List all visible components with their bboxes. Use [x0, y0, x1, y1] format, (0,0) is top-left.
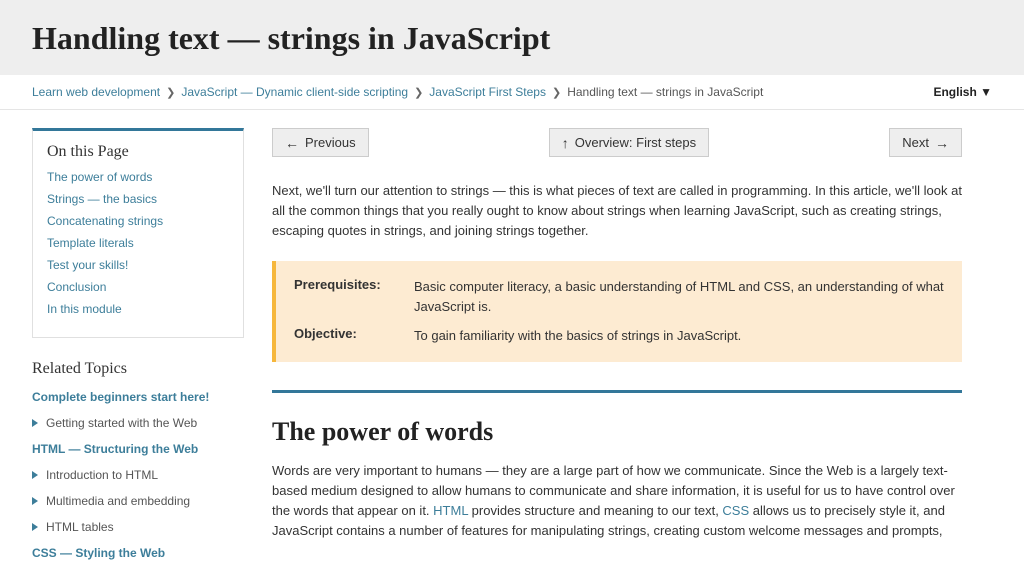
button-label: Overview: First steps — [575, 135, 696, 150]
breadcrumb-link[interactable]: JavaScript — Dynamic client-side scripti… — [181, 85, 408, 99]
toc-link[interactable]: Conclusion — [47, 280, 106, 294]
text-run: provides structure and meaning to our te… — [468, 503, 722, 518]
toc-link[interactable]: Test your skills! — [47, 258, 128, 272]
related-item[interactable]: Multimedia and embedding — [32, 494, 244, 508]
related-item-label: Multimedia and embedding — [46, 494, 190, 508]
button-label: Next — [902, 135, 929, 150]
breadcrumb-link[interactable]: Learn web development — [32, 85, 160, 99]
prerequisites-label: Prerequisites: — [294, 277, 414, 316]
table-of-contents: On this Page The power of words Strings … — [32, 128, 244, 338]
objective-value: To gain familiarity with the basics of s… — [414, 326, 944, 346]
language-selector[interactable]: English ▼ — [933, 85, 992, 99]
inline-link-html[interactable]: HTML — [433, 503, 468, 518]
arrow-right-icon: → — [935, 136, 949, 150]
toc-link[interactable]: Strings — the basics — [47, 192, 157, 206]
button-label: Previous — [305, 135, 356, 150]
triangle-right-icon — [32, 471, 38, 479]
overview-button[interactable]: ↑ Overview: First steps — [549, 128, 709, 157]
chevron-right-icon: ❯ — [414, 86, 423, 99]
triangle-right-icon — [32, 497, 38, 505]
related-section[interactable]: Complete beginners start here! — [32, 390, 209, 404]
related-item[interactable]: Introduction to HTML — [32, 468, 244, 482]
toc-title: On this Page — [47, 143, 229, 161]
body-paragraph: Words are very important to humans — the… — [272, 461, 962, 542]
page-title: Handling text — strings in JavaScript — [32, 20, 992, 57]
related-item-label: Getting started with the Web — [46, 416, 197, 430]
related-topics-heading: Related Topics — [32, 360, 244, 378]
related-item[interactable]: HTML tables — [32, 520, 244, 534]
related-item-label: Introduction to HTML — [46, 468, 158, 482]
section-rule — [272, 390, 962, 393]
toc-link[interactable]: In this module — [47, 302, 122, 316]
related-item-label: HTML tables — [46, 520, 114, 534]
toc-link[interactable]: Template literals — [47, 236, 134, 250]
section-heading: The power of words — [272, 417, 962, 447]
intro-paragraph: Next, we'll turn our attention to string… — [272, 181, 962, 241]
triangle-right-icon — [32, 523, 38, 531]
arrow-up-icon: ↑ — [562, 136, 569, 150]
inline-link-css[interactable]: CSS — [722, 503, 749, 518]
breadcrumb-current: Handling text — strings in JavaScript — [567, 85, 763, 99]
breadcrumb: Learn web development ❯ JavaScript — Dyn… — [32, 85, 763, 99]
next-button[interactable]: Next → — [889, 128, 962, 157]
prerequisites-value: Basic computer literacy, a basic underst… — [414, 277, 944, 316]
related-item[interactable]: Getting started with the Web — [32, 416, 244, 430]
related-section[interactable]: CSS — Styling the Web — [32, 546, 165, 560]
chevron-right-icon: ❯ — [166, 86, 175, 99]
chevron-right-icon: ❯ — [552, 86, 561, 99]
info-table: Prerequisites: Basic computer literacy, … — [272, 261, 962, 362]
breadcrumb-link[interactable]: JavaScript First Steps — [429, 85, 546, 99]
triangle-right-icon — [32, 419, 38, 427]
previous-button[interactable]: ← Previous — [272, 128, 369, 157]
arrow-left-icon: ← — [285, 136, 299, 150]
toc-link[interactable]: Concatenating strings — [47, 214, 163, 228]
toc-link[interactable]: The power of words — [47, 170, 152, 184]
related-section[interactable]: HTML — Structuring the Web — [32, 442, 198, 456]
objective-label: Objective: — [294, 326, 414, 346]
